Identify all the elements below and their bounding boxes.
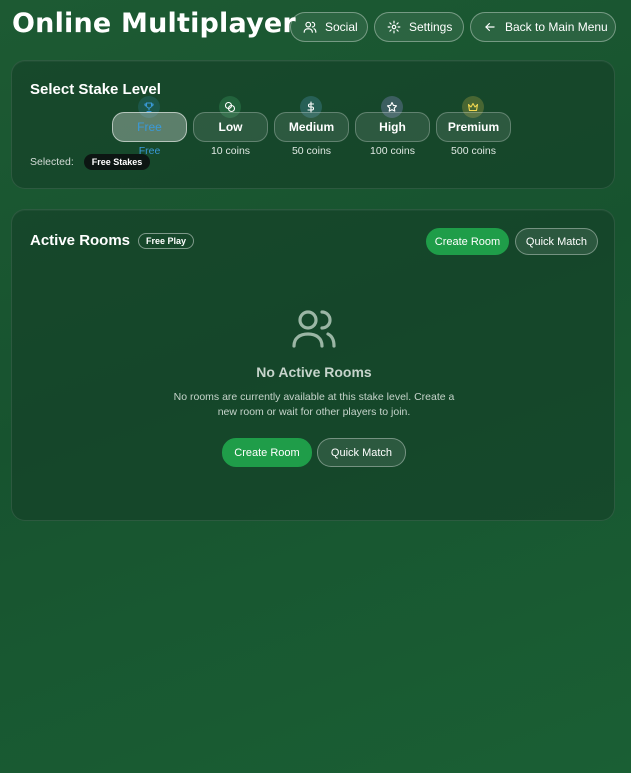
selected-stake-badge: Free Stakes	[83, 154, 151, 170]
empty-quick-match-button[interactable]: Quick Match	[317, 438, 406, 467]
gear-icon	[387, 20, 401, 34]
stake-option-low[interactable]: Low 10 coins	[193, 96, 268, 157]
top-bar: Online Multiplayer Social Settings Back …	[0, 0, 631, 56]
create-room-button[interactable]: Create Room	[426, 228, 509, 255]
users-icon	[290, 304, 338, 352]
settings-button-label: Settings	[409, 20, 453, 34]
stake-option-label: Low	[193, 112, 268, 142]
social-button[interactable]: Social	[290, 12, 368, 42]
stake-option-free[interactable]: Free Free	[112, 96, 187, 157]
stake-option-premium[interactable]: Premium 500 coins	[436, 96, 511, 157]
stake-section-title: Select Stake Level	[30, 81, 161, 98]
empty-create-room-button[interactable]: Create Room	[222, 438, 312, 467]
active-rooms-title: Active Rooms	[30, 232, 131, 249]
active-rooms-panel: Active Rooms Free Play Create Room Quick…	[11, 209, 615, 521]
stake-level-panel: Select Stake Level Free Free Low 10 coin…	[11, 60, 615, 189]
stake-option-label: Free	[112, 112, 187, 142]
play-mode-badge: Free Play	[138, 233, 195, 249]
selected-stake-row: Selected: Free Stakes	[30, 154, 151, 170]
stake-option-cost: 500 coins	[451, 145, 496, 157]
stake-option-medium[interactable]: Medium 50 coins	[274, 96, 349, 157]
social-button-label: Social	[325, 20, 358, 34]
stake-option-label: High	[355, 112, 430, 142]
back-to-main-menu-button[interactable]: Back to Main Menu	[470, 12, 616, 42]
quick-match-button[interactable]: Quick Match	[515, 228, 598, 255]
page-title: Online Multiplayer	[12, 8, 296, 39]
stake-option-label: Medium	[274, 112, 349, 142]
stake-option-label: Premium	[436, 112, 511, 142]
users-icon	[303, 20, 317, 34]
back-button-label: Back to Main Menu	[505, 20, 608, 34]
stake-option-high[interactable]: High 100 coins	[355, 96, 430, 157]
empty-state-description: No rooms are currently available at this…	[173, 391, 455, 418]
arrow-left-icon	[483, 20, 497, 34]
empty-state-title: No Active Rooms	[256, 364, 372, 380]
settings-button[interactable]: Settings	[374, 12, 464, 42]
selected-label: Selected:	[30, 156, 74, 168]
